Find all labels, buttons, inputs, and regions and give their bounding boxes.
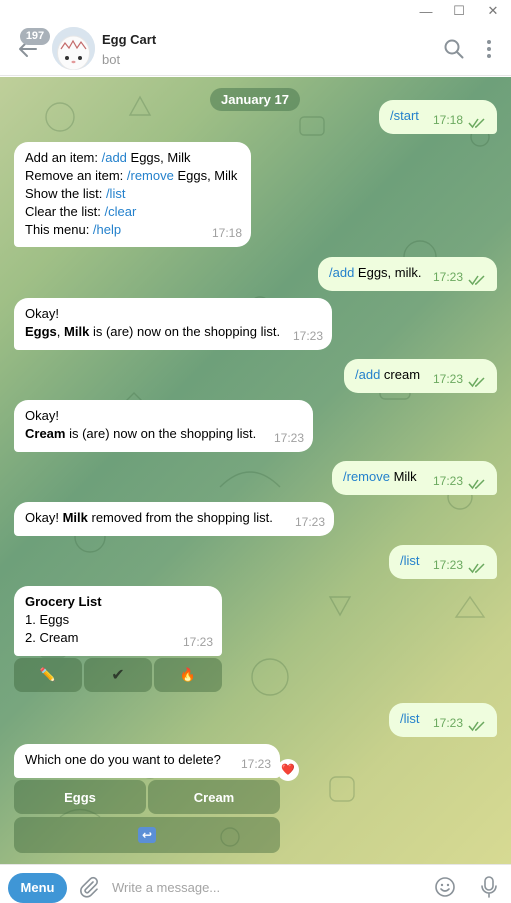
message-line: Add an item: /add Eggs, Milk [25,150,191,165]
message-line: This menu: /help [25,222,122,237]
heart-icon: ❤️ [281,764,295,776]
attach-icon[interactable] [78,876,100,898]
message-time: 17:23 [432,372,463,386]
clear-list-button[interactable]: 🔥 [154,658,222,692]
command-link[interactable]: /list [400,711,420,726]
delete-eggs-button[interactable]: Eggs [14,780,146,814]
back-button[interactable]: ↩ [14,817,280,853]
list-heading: Grocery List [25,594,102,609]
message-line: Remove an item: /remove Eggs, Milk [25,168,238,183]
message-time: 17:23 [292,329,323,343]
message-time: 17:23 [432,270,463,284]
incoming-message[interactable]: Grocery List 1. Eggs 2. Cream 17:23 [14,586,222,656]
command-link[interactable]: /add [329,265,354,280]
bot-avatar[interactable] [52,27,95,70]
incoming-message[interactable]: Add an item: /add Eggs, Milk Remove an i… [14,142,251,247]
message-time: 17:23 [432,716,463,730]
checkmark-icon: ✔ [111,667,125,684]
incoming-message[interactable]: Okay! Cream is (are) now on the shopping… [14,400,313,452]
unread-count-badge: 197 [20,28,50,45]
incoming-message[interactable]: Okay! Milk removed from the shopping lis… [14,502,334,536]
message-line: Show the list: /list [25,186,126,201]
message-line: Clear the list: /clear [25,204,137,219]
message-time: 17:23 [432,558,463,572]
command-link[interactable]: /help [93,222,121,237]
close-window-button[interactable]: ✕ [478,0,508,22]
double-check-icon [468,479,485,490]
minimize-button[interactable]: — [411,0,441,22]
maximize-button[interactable]: ☐ [444,0,474,22]
check-list-button[interactable]: ✔ [84,658,152,692]
command-link[interactable]: /add [102,150,127,165]
edit-list-button[interactable]: ✏️ [14,658,82,692]
outgoing-message[interactable]: /list 17:23 [389,703,497,737]
pencil-icon: ✏️ [39,667,57,682]
double-check-icon [468,275,485,286]
chat-subtitle: bot [102,52,121,67]
emoji-icon[interactable] [434,876,456,898]
incoming-message[interactable]: Which one do you want to delete? 17:23 [14,744,280,778]
command-link[interactable]: /remove [127,168,174,183]
double-check-icon [468,118,485,129]
message-time: 17:23 [182,635,213,649]
message-time: 17:18 [432,113,463,127]
command-link[interactable]: /remove [343,469,390,484]
outgoing-message[interactable]: /start 17:18 [379,100,497,134]
double-check-icon [468,377,485,388]
command-link[interactable]: /add [355,367,380,382]
message-time: 17:23 [273,431,304,445]
delete-cream-button[interactable]: Cream [148,780,280,814]
microphone-icon[interactable] [479,875,499,899]
outgoing-message[interactable]: /add Eggs, milk. 17:23 [318,257,497,291]
chat-title[interactable]: Egg Cart [102,32,156,47]
message-time: 17:23 [240,757,271,771]
command-link[interactable]: /list [106,186,126,201]
message-composer: Menu [0,864,511,903]
date-separator: January 17 [210,88,300,111]
more-vertical-icon[interactable] [478,38,500,60]
message-time: 17:23 [294,515,325,529]
command-link[interactable]: /clear [104,204,136,219]
command-link[interactable]: /start [390,108,419,123]
chat-area[interactable]: January 17 /start 17:18 Add an item: /ad… [0,77,511,864]
double-check-icon [468,721,485,732]
heart-reaction[interactable]: ❤️ [277,759,299,781]
outgoing-message[interactable]: /remove Milk 17:23 [332,461,497,495]
window-titlebar: — ☐ ✕ [0,0,511,22]
message-time: 17:23 [432,474,463,488]
message-time: 17:18 [211,226,242,240]
command-link[interactable]: /list [400,553,420,568]
chat-header: 197 Egg Cart bot [0,22,511,76]
double-check-icon [468,563,485,574]
return-arrow-icon: ↩ [138,827,156,843]
bot-menu-button[interactable]: Menu [8,873,67,903]
outgoing-message[interactable]: /list 17:23 [389,545,497,579]
outgoing-message[interactable]: /add cream 17:23 [344,359,497,393]
list-item: 1. Eggs [25,612,70,627]
search-icon[interactable] [443,38,465,60]
fire-icon: 🔥 [179,667,197,682]
message-input[interactable] [112,874,422,900]
incoming-message[interactable]: Okay! Eggs, Milk is (are) now on the sho… [14,298,332,350]
